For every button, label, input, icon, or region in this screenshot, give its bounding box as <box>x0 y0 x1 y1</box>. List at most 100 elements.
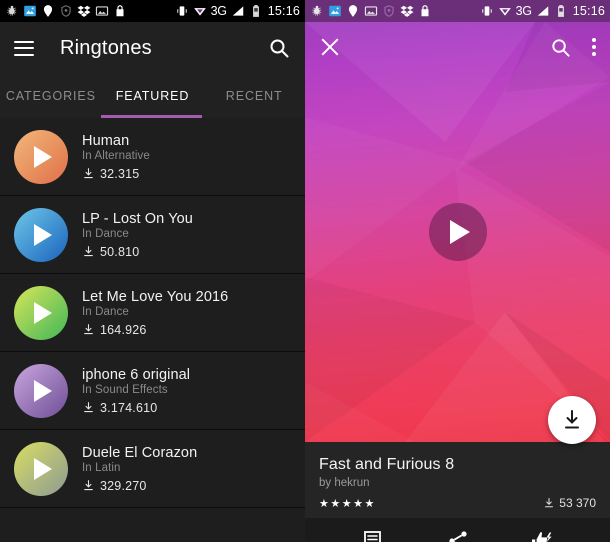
signal-icon <box>232 6 243 16</box>
download-icon <box>545 498 554 508</box>
avatar[interactable] <box>14 207 68 262</box>
table-row[interactable]: LP - Lost On You In Dance 50.810 <box>0 196 305 274</box>
row-download-count: 329.270 <box>100 478 147 493</box>
row-text: LP - Lost On You In Dance 50.810 <box>82 211 193 259</box>
tab-recent[interactable]: Recent <box>203 74 305 118</box>
row-downloads: 50.810 <box>82 245 193 259</box>
download-icon <box>84 480 93 491</box>
track-download-count: 53 370 <box>559 496 596 510</box>
location-icon <box>348 5 358 17</box>
row-subtitle: In Sound Effects <box>82 383 168 396</box>
right-panel: 3G 15:16 Fast and Furious 8 by hekrun ★★… <box>305 0 610 542</box>
share-button[interactable] <box>445 528 471 542</box>
play-icon <box>34 145 52 168</box>
row-text: Let Me Love You 2016 In Dance 164.926 <box>82 289 228 337</box>
row-title: Let Me Love You 2016 <box>82 288 229 305</box>
tab-featured[interactable]: Featured <box>102 74 204 118</box>
set-ringtone-icon <box>531 532 552 542</box>
detail-app-bar <box>305 22 610 72</box>
row-download-count: 3.174.610 <box>100 400 158 415</box>
track-author: by hekrun <box>319 477 370 489</box>
photo-icon <box>24 5 36 17</box>
row-downloads: 3.174.610 <box>82 401 190 415</box>
dropbox-icon <box>77 5 91 17</box>
status-bar-left-icons <box>310 4 432 18</box>
image-icon <box>364 6 378 16</box>
row-subtitle: In Latin <box>82 461 121 474</box>
screen: 3G 15:16 Ringtones Categories Featured R… <box>0 0 610 542</box>
row-subtitle: In Alternative <box>82 149 150 162</box>
play-icon <box>34 301 52 324</box>
set-ringtone-button[interactable] <box>529 528 555 542</box>
hamburger-icon[interactable] <box>14 40 34 56</box>
battery-icon <box>252 5 259 17</box>
close-icon[interactable] <box>319 36 341 58</box>
tab-bar: Categories Featured Recent <box>0 74 305 118</box>
bottom-action-bar <box>305 518 610 542</box>
play-icon <box>34 379 52 402</box>
row-download-count: 32.315 <box>100 166 140 181</box>
table-row[interactable]: Duele El Corazon In Latin 329.270 <box>0 430 305 508</box>
status-bar-right: 3G 15:16 <box>305 0 610 22</box>
vibrate-icon <box>481 6 492 16</box>
row-text: Duele El Corazon In Latin 329.270 <box>82 445 197 493</box>
status-bar-left: 3G 15:16 <box>0 0 305 22</box>
rating-stars: ★★★★★ <box>319 497 376 510</box>
left-panel: 3G 15:16 Ringtones Categories Featured R… <box>0 0 305 542</box>
play-icon <box>34 223 52 246</box>
status-bar-left-icons <box>5 4 127 18</box>
play-icon <box>450 220 470 244</box>
row-text: iphone 6 original In Sound Effects 3.174… <box>82 367 190 415</box>
row-subtitle: In Dance <box>82 305 129 318</box>
playlist-add-button[interactable] <box>361 528 387 542</box>
track-downloads: 53 370 <box>543 496 596 510</box>
playlist-add-icon <box>363 531 381 542</box>
clock-label: 15:16 <box>267 4 300 18</box>
status-bar-right-icons: 3G 15:16 <box>480 4 605 18</box>
row-title: LP - Lost On You <box>82 210 193 227</box>
tab-categories[interactable]: Categories <box>0 74 102 118</box>
row-title: iphone 6 original <box>82 366 191 383</box>
track-meta-row: ★★★★★ 53 370 <box>319 496 596 510</box>
status-bar-right-icons: 3G 15:16 <box>175 4 300 18</box>
network-label: 3G <box>210 4 227 18</box>
row-subtitle: In Dance <box>82 227 129 240</box>
avatar[interactable] <box>14 441 68 496</box>
kebab-menu-icon[interactable] <box>592 38 596 56</box>
row-download-count: 164.926 <box>100 322 147 337</box>
bug-icon <box>312 5 322 16</box>
app-bar: Ringtones <box>0 22 305 74</box>
search-icon[interactable] <box>267 36 291 60</box>
network-label: 3G <box>515 4 532 18</box>
wifi-icon <box>498 8 511 16</box>
download-icon <box>84 246 93 257</box>
avatar[interactable] <box>14 285 68 340</box>
table-row[interactable]: Human In Alternative 32.315 <box>0 118 305 196</box>
search-icon[interactable] <box>549 36 572 59</box>
dropbox-icon <box>400 5 414 17</box>
play-icon <box>34 457 52 480</box>
row-text: Human In Alternative 32.315 <box>82 133 150 181</box>
row-title: Duele El Corazon <box>82 444 198 461</box>
download-icon <box>565 410 579 429</box>
download-icon <box>84 402 93 413</box>
table-row[interactable]: Let Me Love You 2016 In Dance 164.926 <box>0 274 305 352</box>
share-icon <box>448 531 467 542</box>
artwork <box>305 22 610 442</box>
avatar[interactable] <box>14 363 68 418</box>
page-title: Ringtones <box>60 36 152 59</box>
wifi-icon <box>193 8 206 16</box>
detail-actions <box>549 36 596 59</box>
row-downloads: 32.315 <box>82 167 150 181</box>
big-play-button[interactable] <box>428 203 487 261</box>
lock-icon <box>421 5 429 17</box>
location-icon <box>43 5 53 17</box>
track-title: Fast and Furious 8 <box>319 456 455 473</box>
download-fab[interactable] <box>548 396 596 444</box>
download-icon <box>84 324 93 335</box>
clock-label: 15:16 <box>572 4 605 18</box>
avatar[interactable] <box>14 129 68 184</box>
shield-dim-icon <box>384 5 394 17</box>
table-row[interactable]: iphone 6 original In Sound Effects 3.174… <box>0 352 305 430</box>
row-downloads: 164.926 <box>82 323 228 337</box>
